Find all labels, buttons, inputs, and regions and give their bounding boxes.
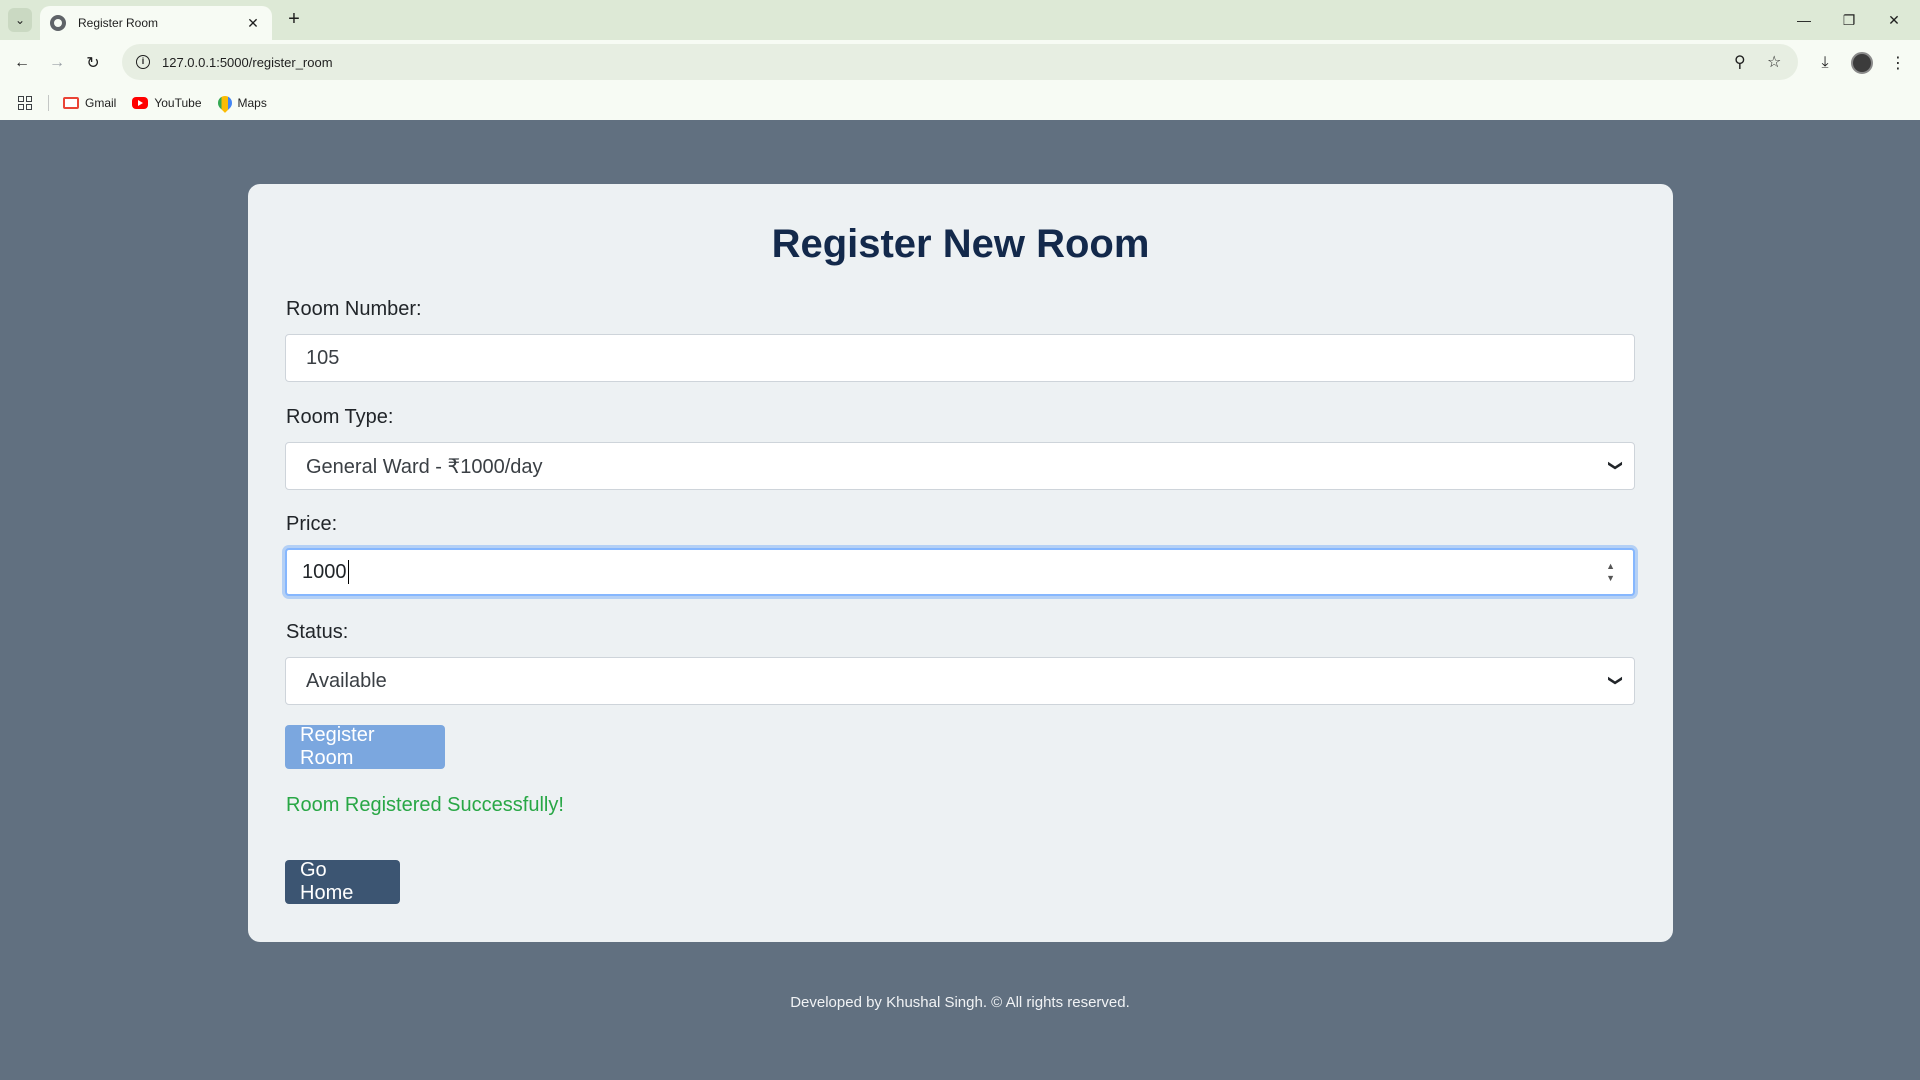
back-icon[interactable]: ← xyxy=(8,49,36,77)
zoom-icon[interactable]: ⚲ xyxy=(1734,52,1746,72)
minimize-icon[interactable]: — xyxy=(1782,6,1826,34)
tab-register-room[interactable]: Register Room ✕ xyxy=(40,6,272,40)
bookmark-label: Maps xyxy=(237,96,267,110)
browser-toolbar: ← → ↻ i 127.0.0.1:5000/register_room ⚲ ☆… xyxy=(0,40,1920,86)
close-tab-icon[interactable]: ✕ xyxy=(244,15,262,32)
address-bar[interactable]: i 127.0.0.1:5000/register_room ⚲ ☆ xyxy=(122,44,1798,80)
room-number-label: Room Number: xyxy=(286,298,422,320)
new-tab-button[interactable]: + xyxy=(282,8,306,32)
youtube-icon xyxy=(132,97,149,109)
status-label: Status: xyxy=(286,621,349,643)
bookmarks-divider xyxy=(48,95,49,111)
site-info-icon[interactable]: i xyxy=(136,55,150,69)
register-room-card: Register New Room Room Number: 105 Room … xyxy=(248,184,1673,942)
room-type-select[interactable]: General Ward - ₹1000/day ❯ xyxy=(285,442,1635,490)
bookmark-maps[interactable]: Maps xyxy=(214,93,267,113)
maps-icon xyxy=(214,93,235,113)
room-number-value: 105 xyxy=(306,346,340,369)
url-text: 127.0.0.1:5000/register_room xyxy=(162,54,333,70)
go-home-button[interactable]: Go Home xyxy=(285,859,400,904)
chevron-down-icon: ❯ xyxy=(1608,674,1625,687)
price-label: Price: xyxy=(286,513,338,535)
room-type-value: General Ward - ₹1000/day xyxy=(306,455,543,478)
download-icon[interactable]: ⤓ xyxy=(1811,49,1839,77)
browser-chrome: ⌄ Register Room ✕ + — ❐ ✕ ← → ↻ i 127.0.… xyxy=(0,0,1920,120)
register-room-button[interactable]: Register Room xyxy=(285,724,445,769)
forward-icon[interactable]: → xyxy=(43,49,71,77)
close-window-icon[interactable]: ✕ xyxy=(1872,6,1916,34)
price-input[interactable]: 1000 ▲ ▼ xyxy=(285,548,1635,596)
bookmark-gmail[interactable]: Gmail xyxy=(63,96,116,110)
apps-grid-icon[interactable] xyxy=(18,96,32,110)
price-value: 1000 xyxy=(302,560,347,583)
profile-avatar[interactable] xyxy=(1851,52,1873,74)
page-title: Register New Room xyxy=(771,222,1150,266)
reload-icon[interactable]: ↻ xyxy=(79,49,107,77)
chevron-down-icon: ❯ xyxy=(1608,459,1625,472)
footer-text: Developed by Khushal Singh. © All rights… xyxy=(790,994,1130,1011)
globe-icon xyxy=(50,15,66,31)
status-select[interactable]: Available ❯ xyxy=(285,657,1635,705)
more-menu-icon[interactable]: ⋮ xyxy=(1884,49,1912,77)
status-value: Available xyxy=(306,669,387,692)
room-type-label: Room Type: xyxy=(286,406,394,428)
tab-title: Register Room xyxy=(78,16,159,30)
bookmark-label: Gmail xyxy=(85,96,117,110)
restore-icon[interactable]: ❐ xyxy=(1827,6,1871,34)
room-number-input[interactable]: 105 xyxy=(285,334,1635,382)
bookmark-label: YouTube xyxy=(154,96,202,110)
text-caret xyxy=(347,560,349,584)
tab-strip: ⌄ Register Room ✕ + — ❐ ✕ xyxy=(0,0,1920,40)
gmail-icon xyxy=(63,97,79,109)
bookmark-star-icon[interactable]: ☆ xyxy=(1767,52,1781,72)
number-spinner-icon[interactable]: ▲ ▼ xyxy=(1606,560,1615,584)
bookmarks-bar: Gmail YouTube Maps xyxy=(0,86,1920,120)
tab-search-chevron-icon[interactable]: ⌄ xyxy=(8,8,32,32)
bookmark-youtube[interactable]: YouTube xyxy=(132,96,202,110)
success-message: Room Registered Successfully! xyxy=(286,794,564,816)
